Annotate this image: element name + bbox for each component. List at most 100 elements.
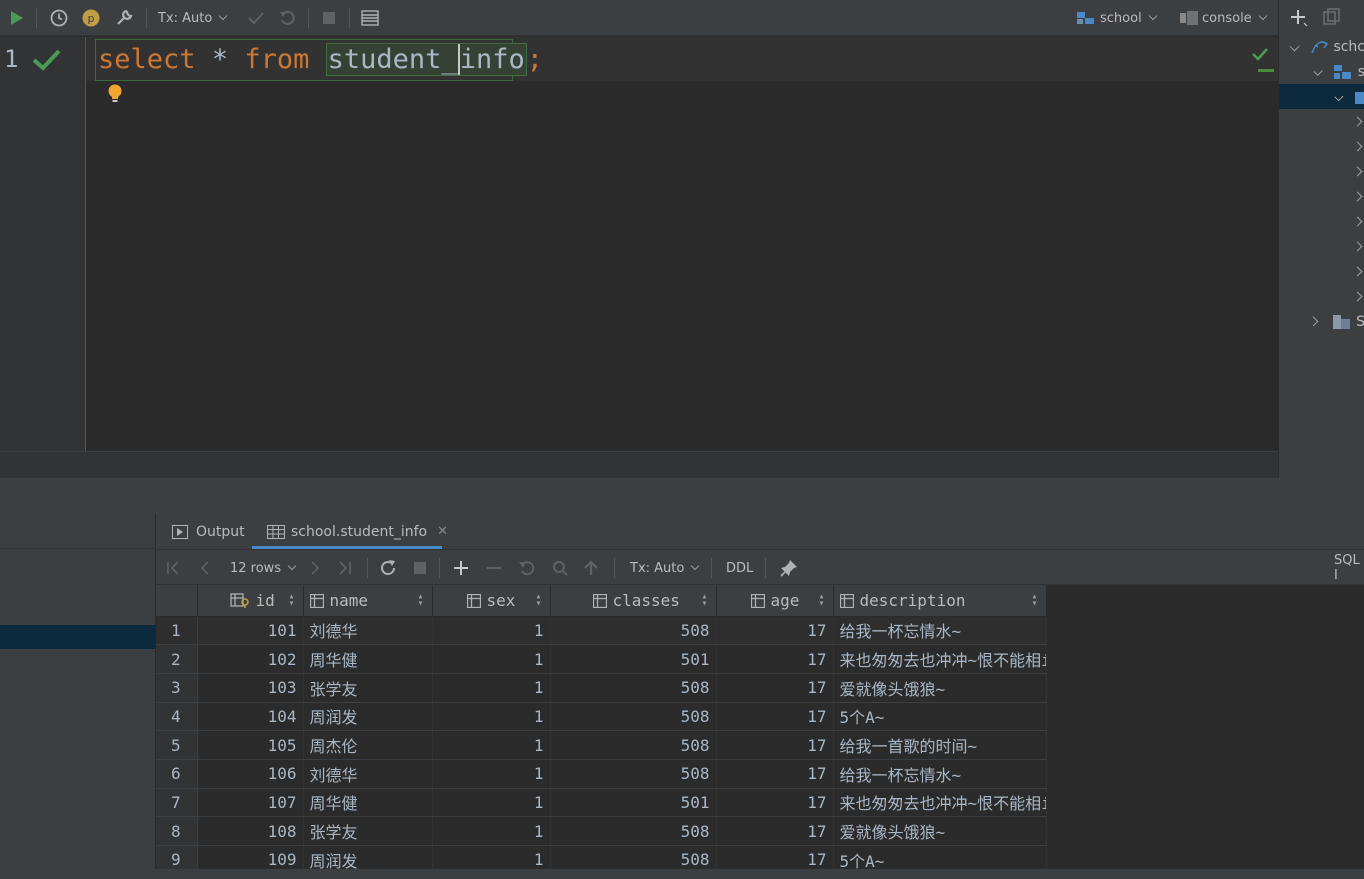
sort-icon[interactable]: ▴ ▾ (535, 592, 541, 609)
inspection-ok-icon[interactable] (1252, 47, 1268, 61)
cell-sex[interactable]: 1 (432, 816, 551, 846)
cell-description[interactable]: 给我一杯忘情水~ (833, 759, 1047, 789)
row-number[interactable]: 7 (156, 788, 198, 818)
cell-description[interactable]: 爱就像头饿狼~ (833, 673, 1047, 703)
tx-mode-dropdown[interactable]: Tx: Auto (158, 0, 232, 36)
cell-sex[interactable]: 1 (432, 673, 551, 703)
row-number[interactable]: 2 (156, 644, 198, 674)
preview-changes-button[interactable] (551, 550, 569, 586)
rollback-button[interactable] (276, 0, 298, 36)
column-header-age[interactable]: age ▴ ▾ (716, 585, 834, 617)
cell-id[interactable]: 108 (197, 816, 304, 846)
row-number[interactable]: 8 (156, 816, 198, 846)
tree-node[interactable] (1279, 159, 1364, 184)
prev-page-button[interactable] (200, 550, 210, 586)
row-number[interactable]: 6 (156, 759, 198, 789)
cell-classes[interactable]: 501 (550, 788, 717, 818)
cell-age[interactable]: 17 (716, 788, 834, 818)
sort-icon[interactable]: ▴ ▾ (288, 592, 294, 609)
tree-node-schemas[interactable]: s (1279, 59, 1364, 84)
cell-classes[interactable]: 508 (550, 730, 717, 760)
cell-description[interactable]: 来也匆匆去也冲冲~恨不能相i (833, 644, 1047, 674)
commit-button[interactable] (245, 0, 267, 36)
pin-tab-button[interactable] (780, 550, 798, 586)
settings-button[interactable] (113, 0, 135, 36)
first-page-button[interactable] (166, 550, 180, 586)
cell-age[interactable]: 17 (716, 616, 834, 646)
tree-node[interactable] (1279, 234, 1364, 259)
tree-node-server-objects[interactable]: S (1279, 309, 1364, 334)
cell-name[interactable]: 张学友 (303, 816, 433, 846)
run-button[interactable] (6, 0, 28, 36)
cell-id[interactable]: 103 (197, 673, 304, 703)
copy-button[interactable] (1323, 8, 1341, 30)
tree-node[interactable] (1279, 184, 1364, 209)
stop-button[interactable] (318, 0, 340, 36)
lightbulb-icon[interactable] (106, 83, 124, 105)
last-page-button[interactable] (338, 550, 352, 586)
tree-node-selected[interactable] (1279, 84, 1364, 109)
row-number[interactable]: 3 (156, 673, 198, 703)
tree-node[interactable] (1279, 134, 1364, 159)
tab-output[interactable]: Output (172, 514, 245, 549)
cell-name[interactable]: 周润发 (303, 702, 433, 732)
cancel-query-button[interactable] (414, 550, 426, 586)
cell-id[interactable]: 105 (197, 730, 304, 760)
cell-description[interactable]: 来也匆匆去也冲冲~恨不能相i (833, 788, 1047, 818)
table-row[interactable]: 8 108 张学友 1 508 17 爱就像头饿狼~ (156, 816, 1047, 846)
table-row[interactable]: 7 107 周华健 1 501 17 来也匆匆去也冲冲~恨不能相i (156, 788, 1047, 818)
cell-name[interactable]: 刘德华 (303, 616, 433, 646)
cell-sex[interactable]: 1 (432, 702, 551, 732)
sql-statement[interactable]: select * from student_info; (98, 41, 543, 79)
sort-icon[interactable]: ▴ ▾ (1031, 592, 1037, 609)
editor-horizontal-scrollbar[interactable] (0, 451, 1278, 478)
table-row[interactable]: 6 106 刘德华 1 508 17 给我一杯忘情水~ (156, 759, 1047, 789)
cell-name[interactable]: 周华健 (303, 644, 433, 674)
session-selector[interactable]: console (1178, 0, 1272, 36)
cell-age[interactable]: 17 (716, 644, 834, 674)
close-icon[interactable]: ✕ (437, 524, 448, 539)
sort-icon[interactable]: ▴ ▾ (818, 592, 824, 609)
sort-icon[interactable]: ▴ ▾ (417, 592, 423, 609)
sql-log-button[interactable]: SQL I (1334, 550, 1364, 586)
table-row[interactable]: 4 104 周润发 1 508 17 5个A~ (156, 702, 1047, 732)
services-selected-item[interactable] (0, 625, 156, 649)
cell-id[interactable]: 107 (197, 788, 304, 818)
cell-name[interactable]: 周华健 (303, 788, 433, 818)
cell-age[interactable]: 17 (716, 730, 834, 760)
datasource-selector[interactable]: school (1076, 0, 1160, 36)
submit-button[interactable] (584, 550, 598, 586)
sql-editor[interactable]: 1 select * from student_info; (0, 37, 1278, 451)
cell-description[interactable]: 给我一杯忘情水~ (833, 616, 1047, 646)
delete-row-button[interactable] (487, 550, 501, 586)
cell-description[interactable]: 5个A~ (833, 702, 1047, 732)
table-row[interactable]: 3 103 张学友 1 508 17 爱就像头饿狼~ (156, 673, 1047, 703)
row-number[interactable]: 1 (156, 616, 198, 646)
tree-node[interactable] (1279, 109, 1364, 134)
sort-icon[interactable]: ▴ ▾ (701, 592, 707, 609)
cell-name[interactable]: 周杰伦 (303, 730, 433, 760)
cell-age[interactable]: 17 (716, 673, 834, 703)
add-row-button[interactable] (454, 550, 468, 586)
table-row[interactable]: 5 105 周杰伦 1 508 17 给我一首歌的时间~ (156, 730, 1047, 760)
cell-id[interactable]: 104 (197, 702, 304, 732)
column-header-name[interactable]: name ▴ ▾ (303, 585, 433, 617)
cell-name[interactable]: 张学友 (303, 673, 433, 703)
ddl-button[interactable]: DDL (726, 550, 753, 586)
tab-student-info[interactable]: school.student_info ✕ (267, 514, 448, 549)
cell-sex[interactable]: 1 (432, 616, 551, 646)
row-number[interactable]: 5 (156, 730, 198, 760)
table-view-button[interactable] (359, 0, 381, 36)
cell-classes[interactable]: 508 (550, 759, 717, 789)
row-number[interactable]: 4 (156, 702, 198, 732)
tree-node[interactable] (1279, 259, 1364, 284)
cell-id[interactable]: 102 (197, 644, 304, 674)
refresh-button[interactable] (379, 550, 397, 586)
cell-classes[interactable]: 508 (550, 673, 717, 703)
cell-sex[interactable]: 1 (432, 788, 551, 818)
profile-button[interactable]: p (80, 0, 102, 36)
cell-classes[interactable]: 508 (550, 816, 717, 846)
cell-age[interactable]: 17 (716, 759, 834, 789)
cell-classes[interactable]: 508 (550, 702, 717, 732)
column-header-id[interactable]: id ▴ ▾ (197, 585, 304, 617)
